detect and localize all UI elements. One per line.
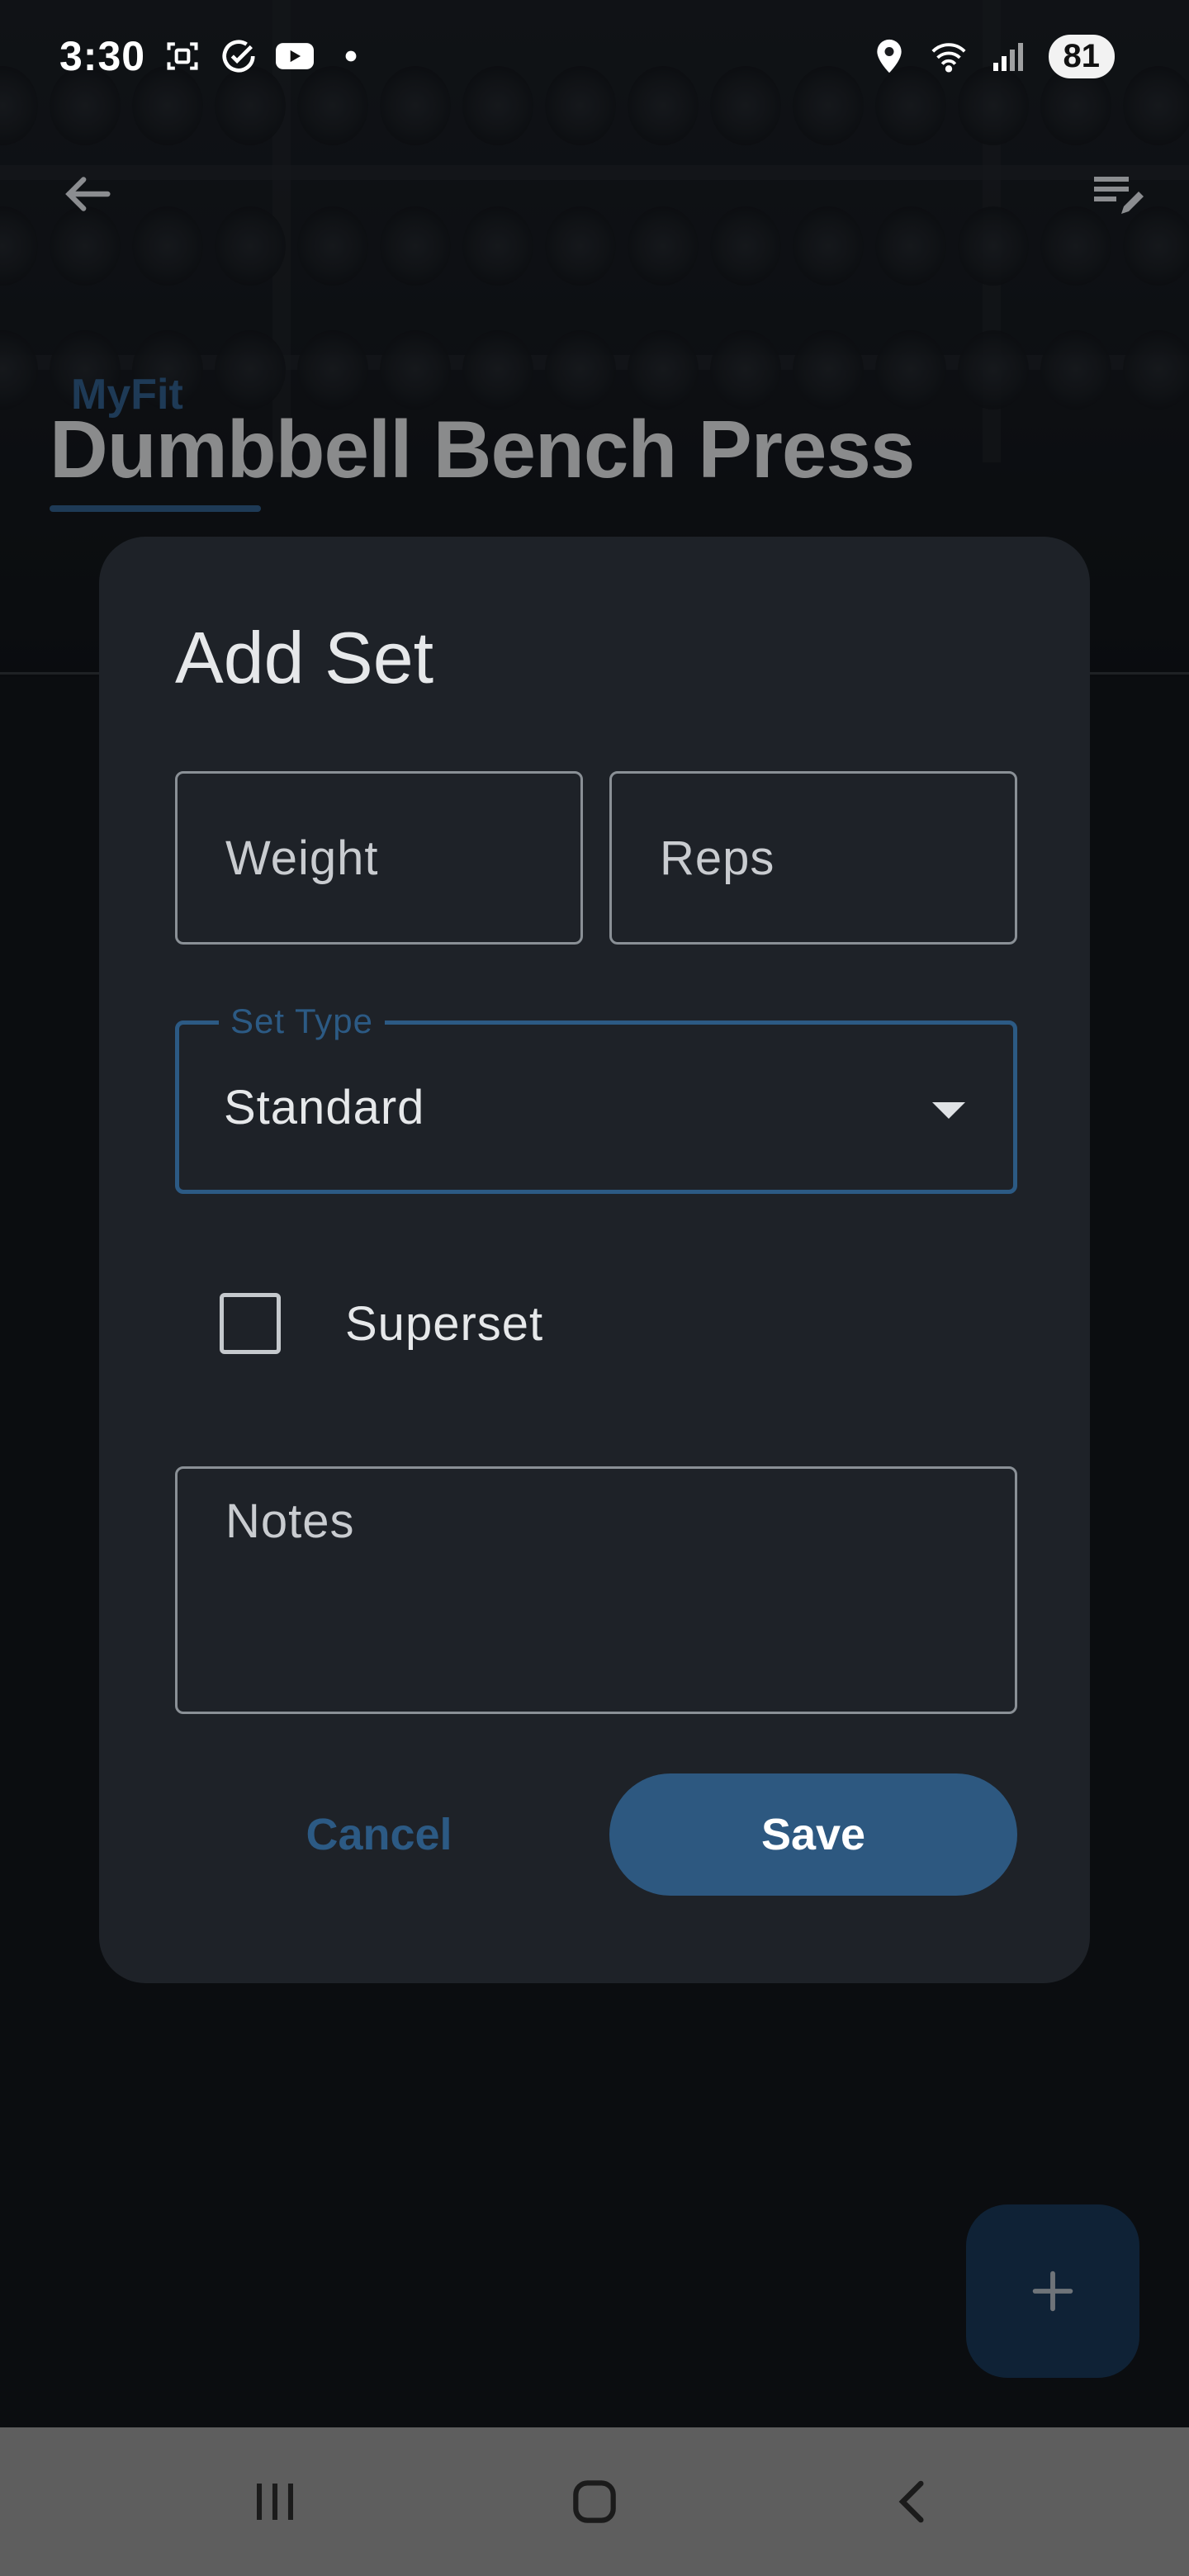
recents-icon	[257, 2484, 294, 2520]
dropdown-arrow-icon	[932, 1102, 965, 1119]
back-nav-icon	[898, 2480, 924, 2523]
superset-checkbox[interactable]	[220, 1293, 281, 1354]
location-icon	[870, 37, 908, 75]
signal-icon	[989, 37, 1027, 75]
wifi-icon	[930, 37, 968, 75]
superset-row[interactable]: Superset	[175, 1270, 1017, 1377]
plus-icon	[1032, 2271, 1073, 2312]
set-type-dropdown[interactable]: Set Type Standard	[175, 1002, 1017, 1194]
edit-list-icon	[1094, 177, 1144, 214]
recents-button[interactable]	[225, 2452, 324, 2551]
cancel-button[interactable]: Cancel	[175, 1773, 583, 1896]
weight-input[interactable]: Weight	[175, 771, 583, 945]
edit-notes-button[interactable]	[1082, 157, 1156, 231]
home-icon	[573, 2480, 616, 2523]
back-nav-button[interactable]	[865, 2452, 964, 2551]
screen: 3:30 81 MyFit Dumbbell Bench Press Add S…	[0, 0, 1189, 2576]
home-button[interactable]	[545, 2452, 644, 2551]
add-set-fab[interactable]	[966, 2204, 1139, 2378]
notes-input[interactable]: Notes	[175, 1466, 1017, 1714]
status-time: 3:30	[59, 33, 146, 79]
battery-level: 81	[1048, 34, 1115, 78]
save-button[interactable]: Save	[609, 1773, 1017, 1896]
add-set-dialog: Add Set Weight Reps Set Type Standard Su…	[99, 537, 1090, 1983]
system-navigation-bar	[0, 2427, 1189, 2576]
app-toolbar	[0, 149, 1189, 239]
superset-label: Superset	[345, 1296, 544, 1351]
exercise-title: Dumbbell Bench Press	[50, 404, 915, 495]
notes-placeholder: Notes	[225, 1494, 355, 1548]
reps-input[interactable]: Reps	[609, 771, 1017, 945]
check-circle-icon	[220, 37, 258, 75]
dot-icon	[332, 37, 370, 75]
back-button[interactable]	[51, 157, 126, 231]
screenshot-icon	[163, 37, 201, 75]
weight-placeholder: Weight	[225, 831, 379, 885]
arrow-left-icon	[65, 177, 111, 211]
dialog-title: Add Set	[175, 617, 434, 698]
status-bar: 3:30 81	[0, 0, 1189, 112]
set-type-value: Standard	[224, 1080, 425, 1134]
youtube-icon	[276, 37, 315, 75]
reps-placeholder: Reps	[660, 831, 775, 885]
tab-indicator	[50, 505, 261, 512]
